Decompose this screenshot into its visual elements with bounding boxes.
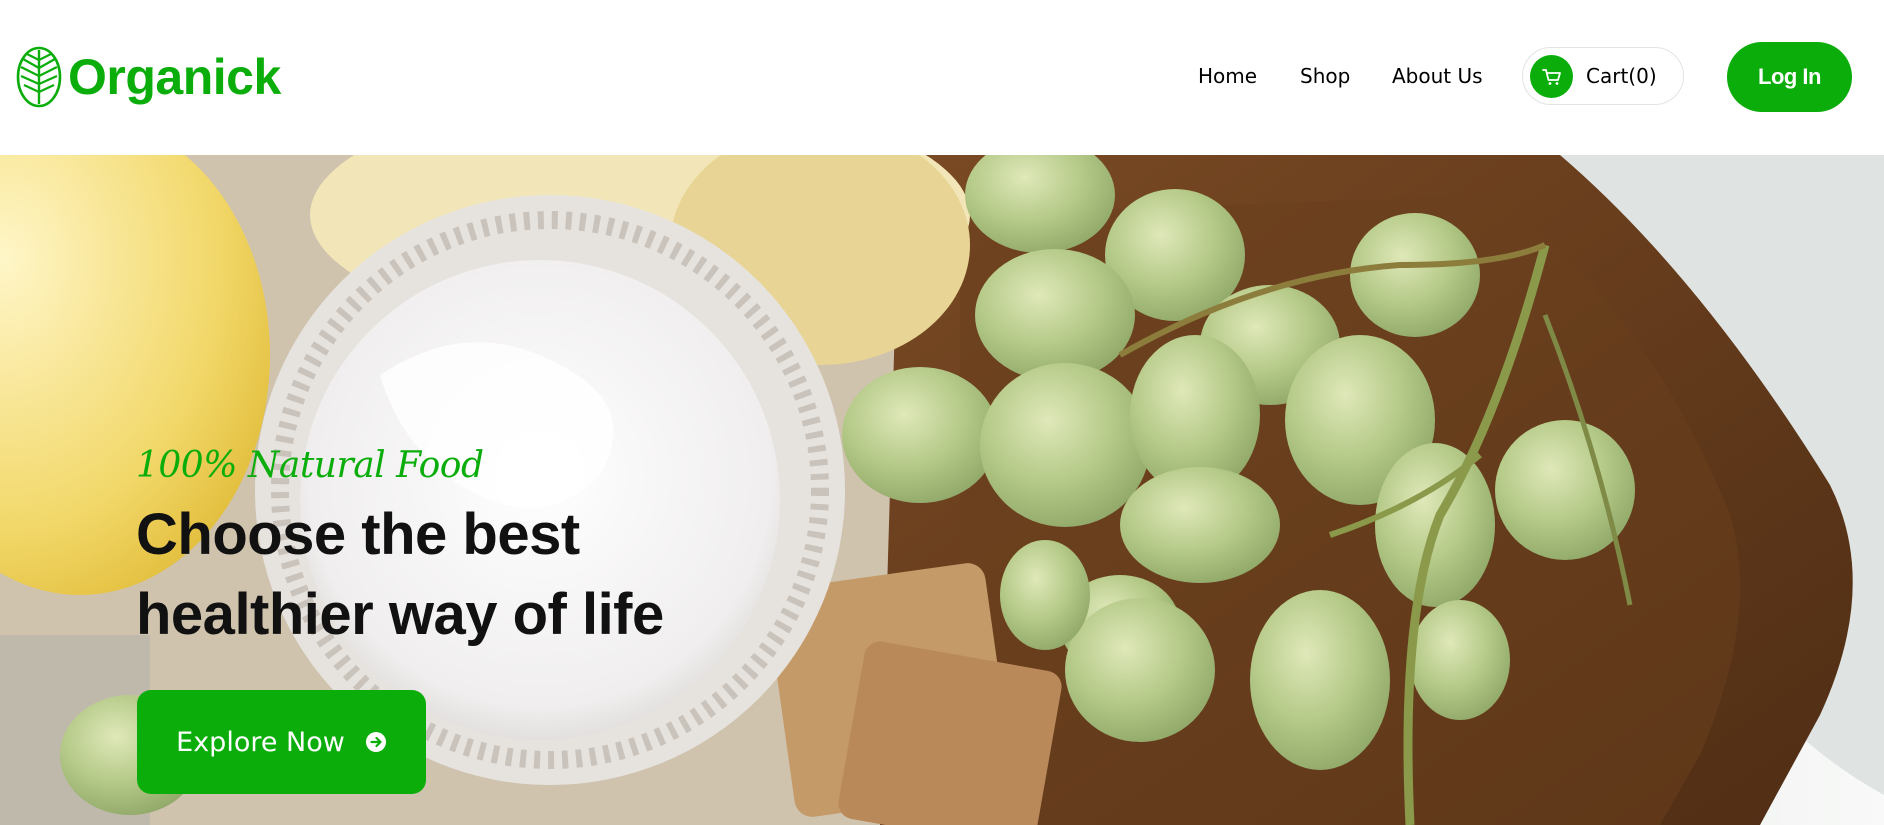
nav-shop-link[interactable]: Shop: [1300, 58, 1350, 94]
cart-button[interactable]: Cart(0): [1522, 47, 1684, 105]
cart-label: Cart(0): [1586, 64, 1657, 88]
cart-icon: [1541, 68, 1561, 85]
hero-headline-line-1: Choose the best: [136, 502, 580, 567]
explore-now-button[interactable]: Explore Now: [137, 690, 426, 794]
brand-logo[interactable]: Organick: [16, 45, 281, 109]
cart-icon-badge: [1530, 55, 1573, 98]
hero-tagline: 100% Natural Food: [136, 445, 484, 486]
hero-headline: Choose the best healthier way of life: [136, 495, 664, 655]
nav-about-link[interactable]: About Us: [1392, 58, 1483, 94]
explore-now-label: Explore Now: [176, 726, 345, 758]
hero-banner: 100% Natural Food Choose the best health…: [0, 155, 1884, 825]
site-header: Organick Home Shop About Us Cart(0) Log …: [0, 0, 1884, 155]
hero-headline-line-2: healthier way of life: [136, 582, 664, 647]
nav-home-link[interactable]: Home: [1198, 58, 1257, 94]
login-button[interactable]: Log In: [1727, 42, 1852, 112]
leaf-logo-icon: [16, 46, 62, 108]
arrow-right-circle-icon: [365, 732, 386, 752]
brand-name: Organick: [68, 49, 281, 105]
